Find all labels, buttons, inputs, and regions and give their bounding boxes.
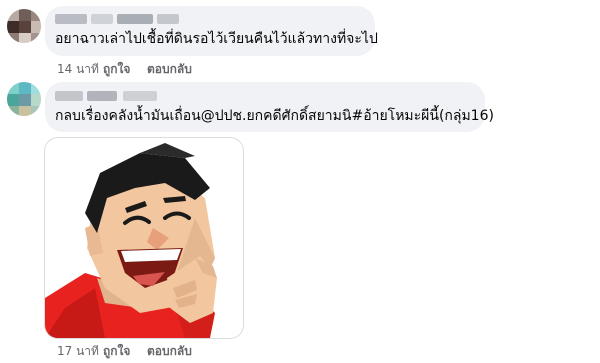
author-name-redacted[interactable] bbox=[55, 14, 87, 24]
author-name-redacted[interactable] bbox=[55, 91, 83, 101]
laughing-man-sticker bbox=[45, 143, 217, 338]
avatar[interactable] bbox=[7, 9, 41, 43]
reply-button[interactable]: ตอบกลับ bbox=[147, 61, 192, 77]
author-name-redacted[interactable] bbox=[87, 91, 117, 101]
comment-timestamp[interactable]: 14 นาที bbox=[57, 61, 99, 77]
comment-actions: 14 นาที ถูกใจ ตอบกลับ bbox=[57, 61, 192, 77]
avatar[interactable] bbox=[7, 82, 41, 116]
comment-timestamp[interactable]: 17 นาที bbox=[57, 343, 99, 359]
reply-button[interactable]: ตอบกลับ bbox=[147, 343, 192, 359]
author-name-redacted[interactable] bbox=[123, 91, 157, 101]
author-name-redacted[interactable] bbox=[157, 14, 179, 24]
like-button[interactable]: ถูกใจ bbox=[103, 61, 147, 77]
comment-bubble: กลบเรื่องคลังน้ำมันเถื่อน@ปปช.ยกคดีศักดิ… bbox=[45, 82, 494, 132]
like-button[interactable]: ถูกใจ bbox=[103, 343, 147, 359]
comment-text: อยาฉาวเล่าไปเชื้อที่ดินรอไว้เวียนคืนไว้แ… bbox=[55, 31, 378, 47]
comment-actions: 17 นาที ถูกใจ ตอบกลับ bbox=[57, 343, 192, 359]
comment-text: กลบเรื่องคลังน้ำมันเถื่อน@ปปช.ยกคดีศักดิ… bbox=[55, 108, 494, 124]
comment-bubble: อยาฉาวเล่าไปเชื้อที่ดินรอไว้เวียนคืนไว้แ… bbox=[45, 6, 378, 56]
sticker-attachment[interactable] bbox=[44, 137, 244, 339]
author-name-redacted[interactable] bbox=[91, 14, 113, 24]
author-name-redacted[interactable] bbox=[117, 14, 153, 24]
